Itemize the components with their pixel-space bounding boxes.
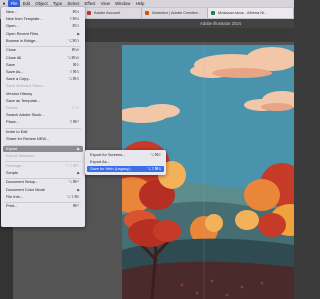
menu-item-label: Share for Review NEW... xyxy=(6,136,50,142)
menu-item-label: Open... xyxy=(6,23,19,29)
file-menu-item-revert: Revert F12 xyxy=(3,105,83,111)
chevron-right-icon: ▶ xyxy=(77,146,80,151)
file-menu-item-version-history[interactable]: Version History xyxy=(3,91,83,97)
submenu-item-label: Export As... xyxy=(90,159,110,164)
menu-item-label: Save As... xyxy=(6,69,24,74)
file-menu-item-open-recent-files[interactable]: Open Recent Files ▶ xyxy=(3,31,83,37)
menu-item-shortcut: ⌘S xyxy=(72,61,80,67)
file-menu-item-close-all[interactable]: Close All ⌥⌘W xyxy=(3,55,83,61)
menu-item-shortcut: ⌥⌘S xyxy=(68,76,79,82)
menu-type[interactable]: Type xyxy=(50,0,65,7)
menu-item-label: New... xyxy=(6,9,17,14)
tab-muskaan[interactable]: Muskaan.sivus - Athena Ni... xyxy=(208,8,294,18)
file-menu-item-save-as-template[interactable]: Save as Template... xyxy=(3,98,83,104)
file-menu-item-open[interactable]: Open... ⌘O xyxy=(3,23,83,29)
menu-view[interactable]: View xyxy=(98,0,112,7)
apple-icon[interactable]: ● xyxy=(0,0,8,7)
tab-adobe-account[interactable]: Adobe Account xyxy=(84,8,142,18)
file-menu-item-file-info[interactable]: File Info... ⌥⇧⌘I xyxy=(3,194,83,200)
menu-item-label: Package... xyxy=(6,162,25,168)
export-submenu: Export for Screens... ⌥⌘E Export As... Save… xyxy=(85,150,166,175)
menu-item-shortcut: ⌘N xyxy=(72,9,79,14)
menu-item-label: Close xyxy=(6,47,16,53)
menu-item-shortcut: ⇧⌘S xyxy=(69,69,79,74)
menu-object[interactable]: Object xyxy=(33,0,51,7)
file-menu-item-save-a-copy[interactable]: Save a Copy... ⌥⌘S xyxy=(3,76,83,82)
app-title: Adobe Illustrator 2024 xyxy=(200,21,241,26)
menu-item-label: Close All xyxy=(6,54,22,60)
submenu-item-label: Export for Screens... xyxy=(90,152,126,157)
chevron-right-icon: ▶ xyxy=(77,187,80,192)
file-menu-item-share-for-review-new[interactable]: Share for Review NEW... xyxy=(3,136,83,142)
menu-edit[interactable]: Edit xyxy=(20,0,33,7)
menu-item-label: File Info... xyxy=(6,193,24,199)
menu-item-shortcut: ⇧⌘N xyxy=(69,16,79,22)
menu-select[interactable]: Select xyxy=(65,0,82,7)
menu-item-label: Search Adobe Stock... xyxy=(6,112,45,118)
menu-item-shortcut: ⌥⇧⌘I xyxy=(66,193,79,199)
menu-window[interactable]: Window xyxy=(113,0,133,7)
menu-effect[interactable]: Effect xyxy=(82,0,98,7)
file-menu-item-close[interactable]: Close ⌘W xyxy=(3,47,83,53)
menu-item-shortcut: ⌘W xyxy=(71,47,79,53)
file-menu-item-save-as[interactable]: Save As... ⇧⌘S xyxy=(3,69,83,75)
menu-item-shortcut: ⌘P xyxy=(72,203,80,209)
menu-help[interactable]: Help xyxy=(133,0,147,7)
file-menu-item-document-color-mode[interactable]: Document Color Mode ▶ xyxy=(3,187,83,193)
file-menu-item-new[interactable]: New... ⌘N xyxy=(3,9,83,15)
file-menu-item-document-setup[interactable]: Document Setup... ⌥⌘P xyxy=(3,179,83,185)
export-submenu-item-save-for-web-legacy[interactable]: Save for Web (Legacy)... ⌥⇧⌘S xyxy=(87,166,164,172)
adobe-icon xyxy=(145,11,149,15)
file-menu-item-search-adobe-stock[interactable]: Search Adobe Stock... xyxy=(3,112,83,118)
menu-item-shortcut: ⌘O xyxy=(72,23,79,29)
file-menu-item-save[interactable]: Save ⌘S xyxy=(3,62,83,68)
tab-illustrator[interactable]: Illustrator | Adobe Creative... xyxy=(142,8,208,18)
file-menu-item-new-from-template[interactable]: New from Template... ⇧⌘N xyxy=(3,16,83,22)
file-menu-item-scripts[interactable]: Scripts ▶ xyxy=(3,170,83,176)
submenu-item-shortcut: ⌥⇧⌘S xyxy=(146,166,161,171)
menu-item-label: Open Recent Files xyxy=(6,30,39,36)
file-menu-item-invite-to-edit[interactable]: Invite to Edit xyxy=(3,129,83,135)
menu-item-shortcut: ⇧⌘P xyxy=(69,119,79,125)
menu-item-label: Browse in Bridge... xyxy=(6,37,39,43)
chevron-right-icon: ▶ xyxy=(77,170,80,175)
submenu-item-label: Save for Web (Legacy)... xyxy=(90,166,133,171)
file-menu-item-save-selected-slices: Save Selected Slices... xyxy=(3,83,83,89)
menu-item-shortcut: ⌥⌘W xyxy=(66,54,79,60)
adobe-icon xyxy=(87,11,91,15)
menu-item-label: Scripts xyxy=(6,169,18,175)
menu-item-shortcut: ⌥⌘O xyxy=(67,37,79,43)
menu-item-label: Version History xyxy=(6,90,33,96)
file-menu: New... ⌘N New from Template... ⇧⌘N Open... ⌘O… xyxy=(1,7,85,227)
menu-item-label: Document Color Mode xyxy=(6,186,45,192)
site-icon xyxy=(211,11,215,15)
file-menu-item-place[interactable]: Place... ⇧⌘P xyxy=(3,119,83,125)
menu-item-label: Print... xyxy=(6,203,18,209)
submenu-item-shortcut: ⌥⌘E xyxy=(150,152,161,157)
menu-item-label: Save a Copy... xyxy=(6,76,32,82)
menu-item-label: Revert xyxy=(6,105,18,110)
menu-item-label: Place... xyxy=(6,119,19,125)
menu-item-label: Save Selected Slices... xyxy=(6,83,46,89)
menu-item-shortcut: ⌥⇧⌘P xyxy=(64,162,79,168)
menu-item-label: Export xyxy=(6,145,18,151)
menu-item-label: Document Setup... xyxy=(6,179,39,185)
menu-item-label: Export Selection... xyxy=(6,153,38,158)
file-menu-item-print[interactable]: Print... ⌘P xyxy=(3,203,83,209)
menu-item-shortcut: F12 xyxy=(72,105,79,110)
file-menu-item-export-selection: Export Selection... xyxy=(3,153,83,159)
menu-item-label: New from Template... xyxy=(6,16,43,22)
export-submenu-item-export-as[interactable]: Export As... xyxy=(87,159,164,165)
menu-file[interactable]: File xyxy=(7,0,21,7)
export-submenu-item-export-for-screens[interactable]: Export for Screens... ⌥⌘E xyxy=(87,152,164,158)
menu-bar: ● File Edit Object Type Select Effect Vi… xyxy=(0,0,294,7)
chevron-right-icon: ▶ xyxy=(77,31,80,36)
menu-item-label: Save xyxy=(6,61,15,67)
menu-item-label: Invite to Edit xyxy=(6,129,28,134)
file-menu-item-export[interactable]: Export ▶ xyxy=(3,145,83,152)
file-menu-item-browse-in-bridge[interactable]: Browse in Bridge... ⌥⌘O xyxy=(3,38,83,44)
file-menu-item-package: Package... ⌥⇧⌘P xyxy=(3,163,83,169)
menu-item-shortcut: ⌥⌘P xyxy=(68,179,79,185)
menu-item-label: Save as Template... xyxy=(6,97,41,103)
